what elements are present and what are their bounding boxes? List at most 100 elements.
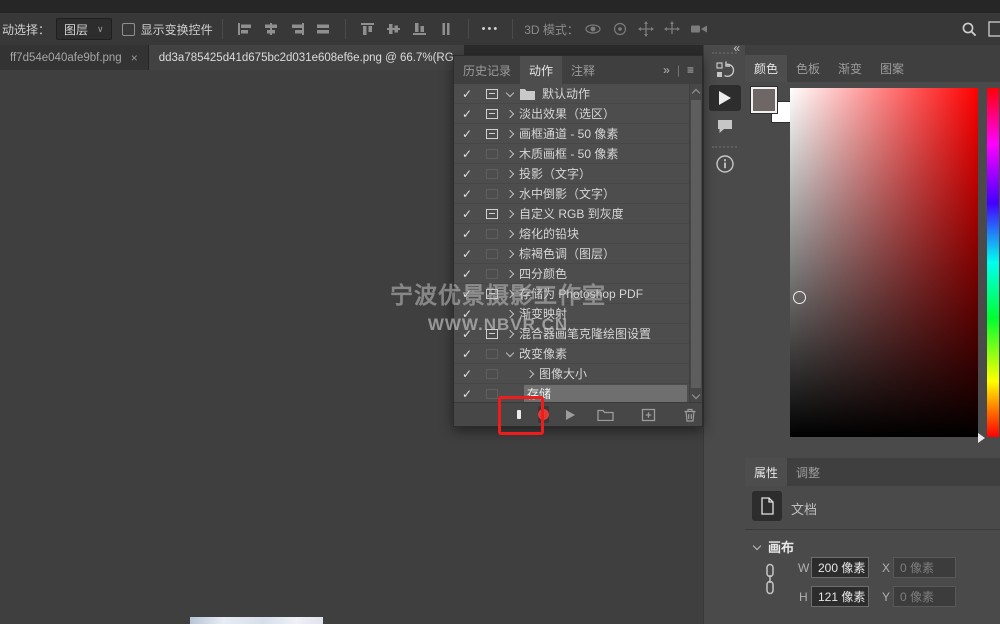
action-row[interactable]: ✓熔化的铅块 (454, 224, 702, 244)
align-bottom-edges-icon[interactable] (412, 22, 428, 36)
actions-panel-icon[interactable] (709, 85, 741, 111)
expand-chevron-icon[interactable] (506, 189, 514, 197)
action-checkbox[interactable]: ✓ (454, 147, 480, 161)
dialog-toggle-icon[interactable] (480, 369, 504, 379)
action-row[interactable]: ✓图像大小 (454, 364, 702, 384)
dialog-toggle-icon[interactable] (480, 229, 504, 239)
scroll-down-icon[interactable] (692, 391, 700, 399)
action-row[interactable]: ✓存储 (454, 384, 702, 404)
info-panel-icon[interactable] (709, 151, 741, 177)
new-set-folder-button[interactable] (597, 408, 614, 421)
fg-bg-swatches[interactable] (751, 87, 791, 129)
3d-pan-icon[interactable] (638, 21, 654, 37)
action-row[interactable]: ✓自定义 RGB 到灰度 (454, 204, 702, 224)
action-row[interactable]: ✓混合器画笔克隆绘图设置 (454, 324, 702, 344)
action-row[interactable]: ✓存储为 Photoshop PDF (454, 284, 702, 304)
dialog-toggle-icon[interactable] (480, 209, 504, 219)
new-action-button[interactable] (641, 408, 656, 422)
scrollbar-thumb[interactable] (691, 100, 701, 388)
width-field[interactable]: 200 像素 (811, 557, 869, 578)
tab-patterns[interactable]: 图案 (871, 55, 913, 82)
action-checkbox[interactable]: ✓ (454, 287, 480, 301)
dialog-toggle-icon[interactable] (480, 89, 504, 99)
tab-notes[interactable]: 注释 (562, 56, 604, 84)
dialog-toggle-icon[interactable] (480, 349, 504, 359)
tab-color[interactable]: 颜色 (745, 55, 787, 82)
action-checkbox[interactable]: ✓ (454, 307, 480, 321)
dialog-toggle-icon[interactable] (480, 329, 504, 339)
tab-actions[interactable]: 动作 (520, 56, 562, 84)
action-checkbox[interactable]: ✓ (454, 367, 480, 381)
dialog-toggle-icon[interactable] (480, 129, 504, 139)
align-top-edges-icon[interactable] (360, 22, 376, 36)
expand-chevron-icon[interactable] (506, 149, 514, 157)
scroll-up-icon[interactable] (692, 89, 700, 97)
distribute-horizontal-icon[interactable] (438, 22, 454, 36)
distribute-vertical-centers-icon[interactable] (315, 22, 331, 36)
action-row[interactable]: ✓改变像素 (454, 344, 702, 364)
action-row[interactable]: ✓木质画框 - 50 像素 (454, 144, 702, 164)
action-checkbox[interactable]: ✓ (454, 167, 480, 181)
search-icon[interactable] (961, 21, 978, 38)
action-checkbox[interactable]: ✓ (454, 207, 480, 221)
align-right-edges-icon[interactable] (289, 22, 305, 36)
hue-slider[interactable] (987, 88, 999, 437)
notes-panel-icon[interactable] (709, 113, 741, 139)
action-checkbox[interactable]: ✓ (454, 127, 480, 141)
collapse-panels-icon[interactable]: « (733, 41, 740, 55)
play-button[interactable] (566, 410, 575, 420)
y-field[interactable]: 0 像素 (893, 586, 956, 607)
action-checkbox[interactable]: ✓ (454, 227, 480, 241)
dock-grip[interactable] (712, 146, 737, 148)
show-transform-checkbox[interactable] (122, 23, 135, 36)
3d-camera-icon[interactable] (690, 22, 708, 36)
align-left-edges-icon[interactable] (237, 22, 253, 36)
link-dimensions-icon[interactable] (764, 563, 776, 595)
x-field[interactable]: 0 像素 (893, 557, 956, 578)
delete-trash-button[interactable] (683, 408, 697, 422)
dialog-toggle-icon[interactable] (480, 269, 504, 279)
expand-chevron-icon[interactable] (506, 109, 514, 117)
history-panel-icon[interactable] (709, 57, 741, 83)
action-row[interactable]: ✓淡出效果（选区） (454, 104, 702, 124)
auto-select-dropdown[interactable]: 图层 ∨ (56, 18, 112, 40)
3d-roll-icon[interactable] (612, 21, 628, 37)
action-row[interactable]: ✓默认动作 (454, 84, 702, 104)
align-vertical-centers-icon[interactable] (386, 22, 402, 36)
expand-chevron-icon[interactable] (506, 129, 514, 137)
tab-properties[interactable]: 属性 (745, 458, 787, 486)
dialog-toggle-icon[interactable] (480, 169, 504, 179)
panel-menu-icon[interactable]: ≡ (687, 63, 694, 77)
collapse-chevron-icon[interactable] (506, 348, 514, 356)
panel-collapse-icon[interactable]: » (663, 63, 670, 77)
action-checkbox[interactable]: ✓ (454, 187, 480, 201)
action-checkbox[interactable]: ✓ (454, 107, 480, 121)
expand-chevron-icon[interactable] (506, 169, 514, 177)
3d-orbit-icon[interactable] (584, 21, 602, 37)
tab-history[interactable]: 历史记录 (454, 56, 520, 84)
document-properties-button[interactable] (752, 491, 782, 521)
3d-slide-icon[interactable] (664, 21, 680, 37)
tab-swatches[interactable]: 色板 (787, 55, 829, 82)
expand-chevron-icon[interactable] (526, 369, 534, 377)
action-row[interactable]: ✓画框通道 - 50 像素 (454, 124, 702, 144)
action-checkbox[interactable]: ✓ (454, 267, 480, 281)
document-tab-active[interactable]: dd3a785425d41d675bc2d031e608ef6e.png @ 6… (149, 45, 464, 70)
dialog-toggle-icon[interactable] (480, 149, 504, 159)
document-tab[interactable]: ff7d54e040afe9bf.png × (0, 45, 149, 70)
more-align-options-icon[interactable]: ••• (482, 23, 500, 35)
action-row[interactable]: ✓投影（文字） (454, 164, 702, 184)
action-checkbox[interactable]: ✓ (454, 327, 480, 341)
dialog-toggle-icon[interactable] (480, 189, 504, 199)
action-row[interactable]: ✓四分颜色 (454, 264, 702, 284)
canvas-section-header[interactable]: 画布 (754, 537, 794, 556)
dialog-toggle-icon[interactable] (480, 109, 504, 119)
action-row[interactable]: ✓棕褐色调（图层） (454, 244, 702, 264)
close-icon[interactable]: × (131, 51, 138, 65)
expand-chevron-icon[interactable] (506, 269, 514, 277)
action-row[interactable]: ✓渐变映射 (454, 304, 702, 324)
action-checkbox[interactable]: ✓ (454, 247, 480, 261)
tab-adjustments[interactable]: 调整 (787, 458, 829, 486)
height-field[interactable]: 121 像素 (811, 586, 869, 607)
expand-chevron-icon[interactable] (506, 209, 514, 217)
